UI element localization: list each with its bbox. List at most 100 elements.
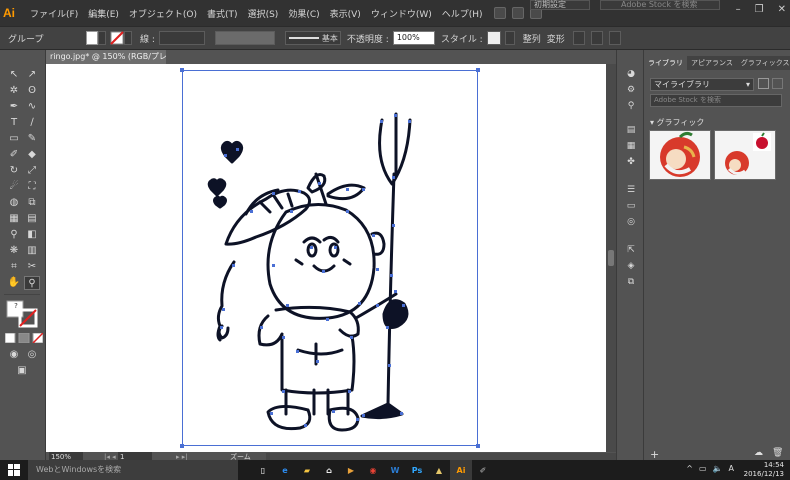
- workspace-switcher[interactable]: 初期設定: [530, 0, 590, 10]
- draw-inside-icon[interactable]: ◎: [24, 348, 40, 362]
- appearance-panel-icon[interactable]: ◎: [624, 216, 638, 228]
- fill-color-swatch[interactable]: [86, 31, 98, 45]
- recolor-artwork-icon[interactable]: [590, 31, 603, 45]
- trash-icon[interactable]: 🗑: [772, 448, 783, 458]
- volume-icon[interactable]: 🔈: [713, 464, 723, 473]
- stroke-panel-icon[interactable]: ⚲: [624, 100, 638, 112]
- draw-normal-icon[interactable]: ◉: [6, 348, 22, 362]
- brushes-panel-icon[interactable]: ✤: [624, 156, 638, 168]
- close-icon[interactable]: ✕: [778, 4, 786, 15]
- magic-wand-tool-icon[interactable]: ✲: [6, 84, 22, 98]
- maximize-icon[interactable]: ❐: [755, 4, 764, 15]
- stock-search-input[interactable]: Adobe Stock を検索: [600, 0, 720, 10]
- export-panel-icon[interactable]: ⇱: [624, 244, 638, 256]
- artboard-tool-icon[interactable]: ⌗: [6, 260, 22, 274]
- column-graph-tool-icon[interactable]: ▥: [24, 244, 40, 258]
- library-select[interactable]: マイライブラリ ▾: [650, 78, 754, 91]
- stroke-weight-field[interactable]: [158, 31, 205, 45]
- zoom-tool-icon[interactable]: ⚲: [24, 276, 40, 290]
- vertical-scrollbar[interactable]: [606, 64, 616, 452]
- color-guide-icon[interactable]: ⚙: [624, 84, 638, 96]
- windows-start-icon[interactable]: [0, 460, 28, 480]
- chevron-up-icon[interactable]: ^: [686, 464, 693, 473]
- bridge-icon[interactable]: [493, 7, 506, 19]
- tab-graphic-styles[interactable]: グラフィックスタイ: [737, 56, 790, 70]
- color-panel-icon[interactable]: ◕: [624, 68, 638, 80]
- gradient-panel-icon[interactable]: ▤: [624, 124, 638, 136]
- blend-tool-icon[interactable]: ◧: [24, 228, 40, 242]
- menu-item-view[interactable]: 表示(V): [325, 7, 366, 20]
- ime-indicator[interactable]: A: [729, 464, 734, 473]
- isolate-group-icon[interactable]: [572, 31, 585, 45]
- style-dropdown[interactable]: [504, 31, 515, 45]
- shaper-tool-icon[interactable]: ✐: [6, 148, 22, 162]
- control-menu-icon[interactable]: [608, 31, 621, 45]
- mesh-tool-icon[interactable]: ▦: [6, 212, 22, 226]
- menu-item-window[interactable]: ウィンドウ(W): [366, 7, 437, 20]
- tool-app-icon[interactable]: ✐: [472, 460, 494, 480]
- menu-item-object[interactable]: オブジェクト(O): [124, 7, 202, 20]
- slice-tool-icon[interactable]: ✂: [24, 260, 40, 274]
- layers-panel-icon[interactable]: ◈: [624, 260, 638, 272]
- graphics-section-header[interactable]: ▾ グラフィック: [650, 117, 704, 128]
- illustrator-icon[interactable]: Ai: [450, 460, 472, 480]
- chrome-icon[interactable]: ◉: [362, 460, 384, 480]
- menu-item-select[interactable]: 選択(S): [243, 7, 284, 20]
- curvature-tool-icon[interactable]: ∿: [24, 100, 40, 114]
- stroke-dropdown[interactable]: [124, 31, 132, 45]
- color-mode-buttons[interactable]: [5, 333, 43, 343]
- minimize-icon[interactable]: –: [736, 4, 741, 15]
- paintbrush-tool-icon[interactable]: ✎: [24, 132, 40, 146]
- eyedropper-tool-icon[interactable]: ⚲: [6, 228, 22, 242]
- transparency-panel-icon[interactable]: ☰: [624, 184, 638, 196]
- graphic-style-swatch[interactable]: [486, 31, 501, 45]
- screen-mode-icon[interactable]: ▣: [14, 364, 30, 378]
- align-button[interactable]: 整列: [523, 32, 541, 45]
- perspective-grid-tool-icon[interactable]: ⧉: [24, 196, 40, 210]
- scrollbar-thumb[interactable]: [608, 250, 614, 266]
- eraser-tool-icon[interactable]: ◆: [24, 148, 40, 162]
- rectangle-tool-icon[interactable]: ▭: [6, 132, 22, 146]
- document-tab[interactable]: ringo.jpg* @ 150% (RGB/プレビュー) ×: [46, 50, 166, 64]
- arrange-documents-icon[interactable]: [511, 7, 524, 19]
- store-icon[interactable]: ⌂: [318, 460, 340, 480]
- library-stock-search[interactable]: Adobe Stock を検索: [650, 94, 782, 107]
- task-view-icon[interactable]: ▯: [252, 460, 274, 480]
- pen-tool-icon[interactable]: ✒: [6, 100, 22, 114]
- selection-tool-icon[interactable]: ↖: [6, 68, 22, 82]
- library-graphic-1[interactable]: [649, 130, 711, 180]
- symbol-sprayer-tool-icon[interactable]: ❋: [6, 244, 22, 258]
- free-transform-tool-icon[interactable]: ⛶: [24, 180, 40, 194]
- photoshop-icon[interactable]: Ps: [406, 460, 428, 480]
- type-tool-icon[interactable]: T: [6, 116, 22, 130]
- menu-item-file[interactable]: ファイル(F): [25, 7, 83, 20]
- apple-character-drawing[interactable]: [46, 64, 606, 452]
- edge-icon[interactable]: e: [274, 460, 296, 480]
- word-icon[interactable]: W: [384, 460, 406, 480]
- grid-view-icon[interactable]: [758, 78, 769, 89]
- lasso-tool-icon[interactable]: ʘ: [24, 84, 40, 98]
- taskbar-search[interactable]: WebとWindowsを検索: [28, 460, 238, 480]
- tab-libraries[interactable]: ライブラリ: [644, 56, 687, 70]
- tab-appearance[interactable]: アピアランス: [687, 56, 737, 70]
- transform-button[interactable]: 変形: [547, 32, 565, 45]
- brush-definition[interactable]: 基本: [284, 31, 341, 45]
- scale-tool-icon[interactable]: ⤢: [24, 164, 40, 178]
- hand-tool-icon[interactable]: ✋: [6, 276, 22, 290]
- variable-width-profile[interactable]: [214, 31, 275, 45]
- line-tool-icon[interactable]: ∕: [24, 116, 40, 130]
- menu-item-edit[interactable]: 編集(E): [83, 7, 124, 20]
- canvas-area[interactable]: [46, 64, 606, 452]
- fill-dropdown[interactable]: [98, 31, 106, 45]
- file-explorer-icon[interactable]: ▰: [296, 460, 318, 480]
- warp-tool-icon[interactable]: ☄: [6, 180, 22, 194]
- opacity-field[interactable]: 100%: [392, 31, 435, 45]
- notification-icon[interactable]: ▭: [699, 464, 707, 473]
- media-player-icon[interactable]: ▶: [340, 460, 362, 480]
- rotate-tool-icon[interactable]: ↻: [6, 164, 22, 178]
- symbols-panel-icon[interactable]: ▭: [624, 200, 638, 212]
- artboards-panel-icon[interactable]: ⧉: [624, 276, 638, 288]
- menu-item-type[interactable]: 書式(T): [202, 7, 243, 20]
- stroke-none-icon[interactable]: [110, 31, 124, 45]
- list-view-icon[interactable]: [772, 78, 783, 89]
